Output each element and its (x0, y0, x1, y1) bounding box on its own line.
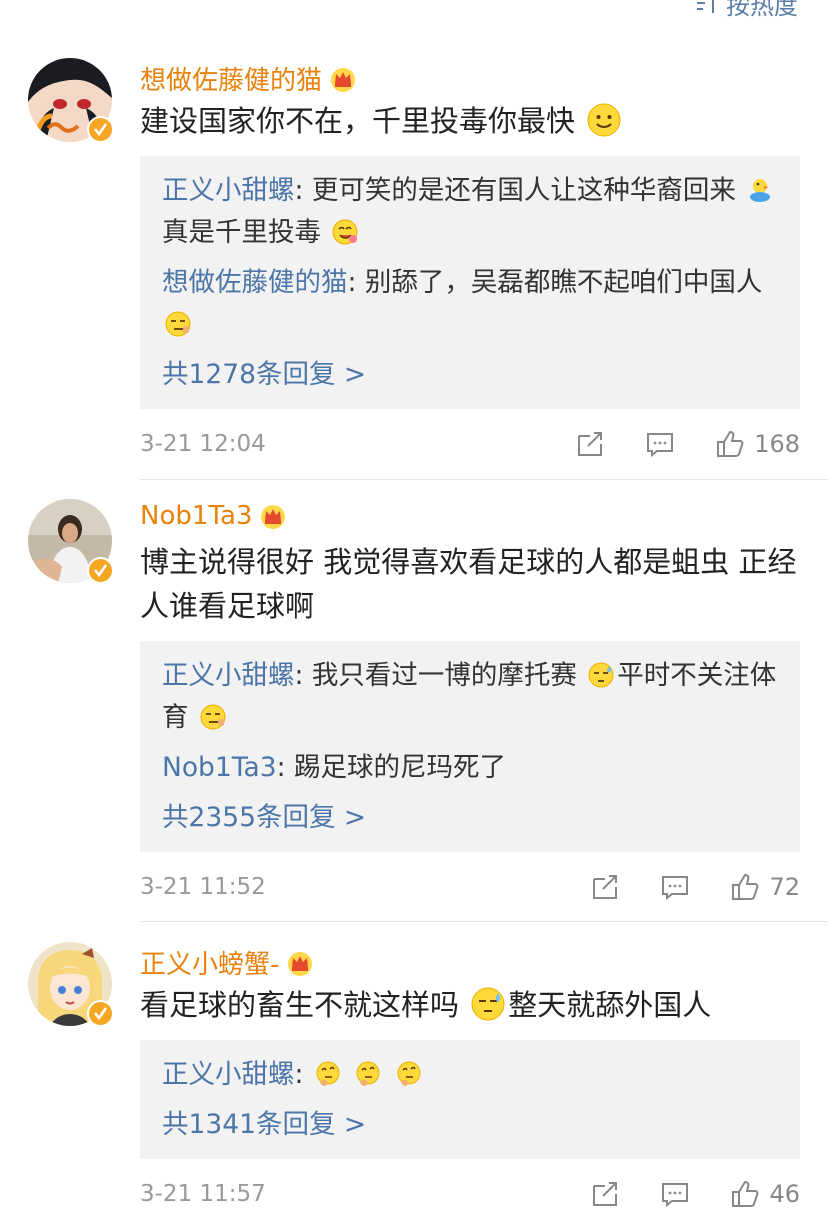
reply-box[interactable]: 正义小甜螺: 我只看过一博的摩托赛 平时不关注体育 Nob1Ta3: 踢足球的尼… (140, 641, 800, 852)
reply-username[interactable]: 正义小甜螺 (162, 1059, 295, 1090)
more-replies-link[interactable]: 共2355条回复 > (162, 797, 778, 839)
comment-icon (647, 433, 674, 458)
comment-icon (662, 876, 689, 901)
comment-text: 建设国家你不在，千里投毒你最快 (140, 99, 800, 143)
reply-item[interactable]: 正义小甜螺: 我只看过一博的摩托赛 平时不关注体育 (162, 655, 778, 739)
username-text: Nob1Ta3 (140, 501, 253, 531)
like-count: 72 (769, 873, 800, 901)
reply-username[interactable]: 正义小甜螺 (162, 660, 295, 691)
share-icon (578, 432, 603, 456)
sweat-emoji-icon (588, 662, 614, 688)
like-icon (717, 430, 744, 457)
comment-button[interactable] (644, 428, 676, 460)
comment-icon (662, 1183, 689, 1208)
reply-text: : 别舔了，吴磊都瞧不起咱们中国人 (347, 267, 763, 298)
reply-item[interactable]: Nob1Ta3: 踢足球的尼玛死了 (162, 747, 778, 789)
thinking-emoji-icon (316, 1061, 340, 1086)
sort-label: 按热度 (726, 0, 798, 20)
vip-crown-icon (261, 505, 286, 529)
reply-username[interactable]: 正义小甜螺 (162, 175, 295, 206)
divider (140, 479, 828, 480)
comment-text: 博主说得很好 我觉得喜欢看足球的人都是蛆虫 正经人谁看足球啊 (140, 545, 797, 623)
verified-badge-icon (87, 1000, 114, 1027)
vip-crown-icon (331, 67, 356, 92)
divider (140, 921, 828, 922)
share-icon (593, 1182, 618, 1206)
reply-item[interactable]: 正义小甜螺: 更可笑的是还有国人让这种华裔回来 真是千里投毒 (162, 170, 778, 254)
like-button[interactable]: 46 (729, 1178, 800, 1210)
reply-username[interactable]: 想做佐藤健的猫 (162, 267, 348, 298)
thinking-emoji-icon (397, 1061, 421, 1086)
reply-text: : 踢足球的尼玛死了 (276, 752, 506, 783)
comment-meta: 3-21 11:52 72 (140, 867, 800, 907)
smile-emoji-icon (587, 103, 621, 137)
reply-item[interactable]: 正义小甜螺: (162, 1054, 778, 1096)
reply-username[interactable]: Nob1Ta3 (162, 752, 277, 783)
comment-text-content: 建设国家你不在，千里投毒你最快 (140, 104, 576, 138)
share-button[interactable] (589, 1178, 621, 1210)
share-icon (593, 875, 618, 899)
like-button[interactable]: 168 (714, 428, 800, 460)
sort-icon (697, 0, 714, 13)
reply-item[interactable]: 想做佐藤健的猫: 别舔了，吴磊都瞧不起咱们中国人 (162, 262, 778, 346)
comment-username[interactable]: 想做佐藤健的猫 (140, 60, 358, 97)
reply-text: : (294, 1059, 312, 1090)
sweat-emoji-icon (471, 987, 505, 1021)
comment-meta: 3-21 11:57 46 (140, 1174, 800, 1214)
share-button[interactable] (574, 428, 606, 460)
duck-emoji-icon (750, 179, 771, 202)
like-button[interactable]: 72 (729, 871, 800, 903)
comment-button[interactable] (659, 871, 691, 903)
reply-box[interactable]: 正义小甜螺: 更可笑的是还有国人让这种华裔回来 真是千里投毒 想做佐藤健的猫: … (140, 156, 800, 409)
username-text: 想做佐藤健的猫 (140, 66, 323, 96)
more-replies-link[interactable]: 共1341条回复 > (162, 1104, 778, 1146)
like-count: 46 (769, 1180, 800, 1208)
like-count: 168 (754, 430, 800, 458)
share-button[interactable] (589, 871, 621, 903)
verified-badge-icon (87, 116, 114, 143)
like-icon (732, 1180, 759, 1207)
reply-text: : 更可笑的是还有国人让这种华裔回来 (294, 175, 736, 206)
comment-username[interactable]: 正义小螃蟹- (140, 944, 315, 981)
thinking-emoji-icon (356, 1061, 380, 1086)
reply-text-tail: 真是千里投毒 (162, 217, 321, 248)
like-icon (732, 873, 759, 900)
comment-text-content: 看足球的畜生不就这样吗 (140, 988, 460, 1022)
username-text: 正义小螃蟹- (140, 950, 280, 980)
reply-text: : 我只看过一博的摩托赛 (294, 660, 577, 691)
comment-meta: 3-21 12:04 168 (140, 424, 800, 464)
vip-crown-icon (288, 951, 313, 976)
comment-time: 3-21 11:52 (140, 874, 266, 900)
verified-badge-icon (87, 557, 114, 584)
comment-time: 3-21 11:57 (140, 1181, 266, 1207)
comment-username[interactable]: Nob1Ta3 (140, 501, 288, 531)
comment-button[interactable] (659, 1178, 691, 1210)
more-replies-link[interactable]: 共1278条回复 > (162, 354, 778, 396)
yummy-emoji-icon (332, 219, 358, 245)
comment-text-tail: 整天就舔外国人 (508, 988, 712, 1022)
smirk-emoji-icon (200, 704, 226, 730)
reply-box[interactable]: 正义小甜螺: 共1341条回复 > (140, 1040, 800, 1159)
comment-text: 看足球的畜生不就这样吗 整天就舔外国人 (140, 983, 800, 1027)
smirk-emoji-icon (165, 311, 191, 337)
comment-time: 3-21 12:04 (140, 431, 266, 457)
sort-by-hot-button[interactable]: 按热度 (694, 0, 798, 21)
